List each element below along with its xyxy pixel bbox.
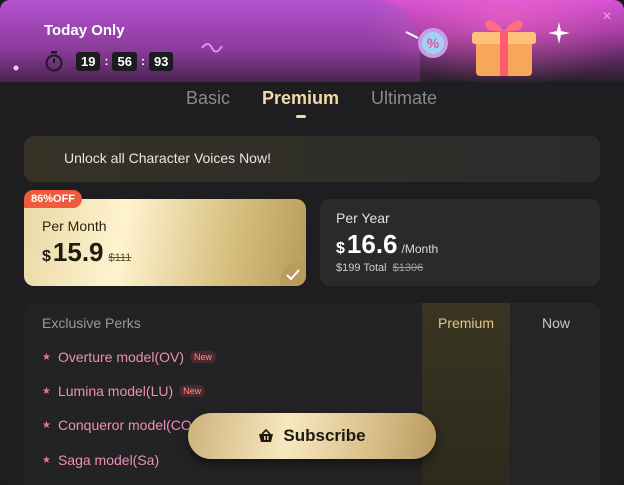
timer-separator: :	[104, 54, 109, 68]
basket-icon	[259, 429, 274, 442]
active-tab-indicator	[296, 115, 306, 118]
price-value: 16.6	[346, 229, 398, 259]
unlock-banner: Unlock all Character Voices Now!	[24, 136, 600, 182]
star-icon: ★	[42, 419, 51, 431]
plan-tabs: Basic Premium Ultimate	[0, 88, 624, 120]
countdown-timer: 19 : 56 : 93	[44, 50, 174, 72]
perk-item: ★ Lumina model(LU) New	[42, 383, 206, 399]
column-header-premium: Premium	[437, 315, 494, 331]
tab-premium[interactable]: Premium	[262, 88, 339, 109]
currency-symbol: $	[42, 248, 51, 265]
close-icon[interactable]: ×	[598, 8, 616, 26]
confetti-icon	[201, 43, 223, 53]
gift-box-icon	[472, 20, 536, 76]
check-icon	[286, 269, 300, 281]
confetti-icon	[13, 65, 19, 71]
svg-text:%: %	[427, 35, 440, 51]
new-badge: New	[179, 385, 206, 397]
plan-card-month[interactable]: 86%OFF Per Month $ 15.9 $111	[24, 190, 306, 286]
price-value: 15.9	[52, 237, 104, 267]
original-total-price: $1306	[392, 262, 424, 274]
timer-minutes: 56	[112, 51, 137, 71]
column-header-now: Now	[541, 315, 570, 331]
subscribe-label: Subscribe	[283, 426, 366, 445]
discount-tag-icon: %	[418, 28, 448, 58]
plan-card-year[interactable]: Per Year $ 16.6 /Month $199 Total $1306	[320, 199, 600, 286]
star-icon: ★	[42, 454, 51, 466]
unlock-banner-text: Unlock all Character Voices Now!	[64, 150, 271, 166]
plan-year-label: Per Year	[336, 210, 390, 226]
tab-basic[interactable]: Basic	[186, 88, 230, 109]
stopwatch-icon	[45, 51, 63, 72]
currency-symbol: $	[336, 240, 345, 257]
perk-label: Lumina model(LU)	[57, 383, 174, 399]
star-icon: ★	[42, 385, 51, 397]
discount-badge: 86%OFF	[24, 190, 83, 208]
timer-hours: 19	[76, 51, 101, 71]
plan-year-price: $ 16.6 /Month	[336, 229, 438, 260]
perk-label: Overture model(OV)	[57, 349, 185, 365]
total-price: $199 Total	[336, 262, 387, 274]
plan-month-price: $ 15.9 $111	[42, 237, 131, 268]
subscribe-button[interactable]: Subscribe	[188, 413, 436, 459]
timer-separator: :	[140, 54, 145, 68]
perk-label: Saga model(Sa)	[57, 452, 160, 468]
perk-item: ★ Overture model(OV) New	[42, 349, 217, 365]
plan-month-label: Per Month	[42, 218, 107, 234]
perk-item: ★ Conqueror model(CO	[42, 417, 192, 433]
subscription-modal: Today Only 19 : 56 : 93 % × Basic Premiu…	[0, 0, 624, 485]
perks-heading: Exclusive Perks	[42, 315, 141, 331]
perk-label: Conqueror model(CO	[57, 417, 192, 433]
timer-seconds: 93	[148, 51, 174, 71]
tab-ultimate[interactable]: Ultimate	[371, 88, 437, 109]
promo-title: Today Only	[44, 22, 125, 39]
new-badge: New	[190, 351, 217, 363]
plan-year-total: $199 Total $1306	[336, 262, 423, 274]
perk-item: ★ Saga model(Sa)	[42, 452, 159, 468]
sparkle-icon	[548, 22, 570, 44]
original-price: $111	[108, 252, 132, 264]
star-icon: ★	[42, 351, 51, 363]
price-period: /Month	[401, 242, 439, 256]
